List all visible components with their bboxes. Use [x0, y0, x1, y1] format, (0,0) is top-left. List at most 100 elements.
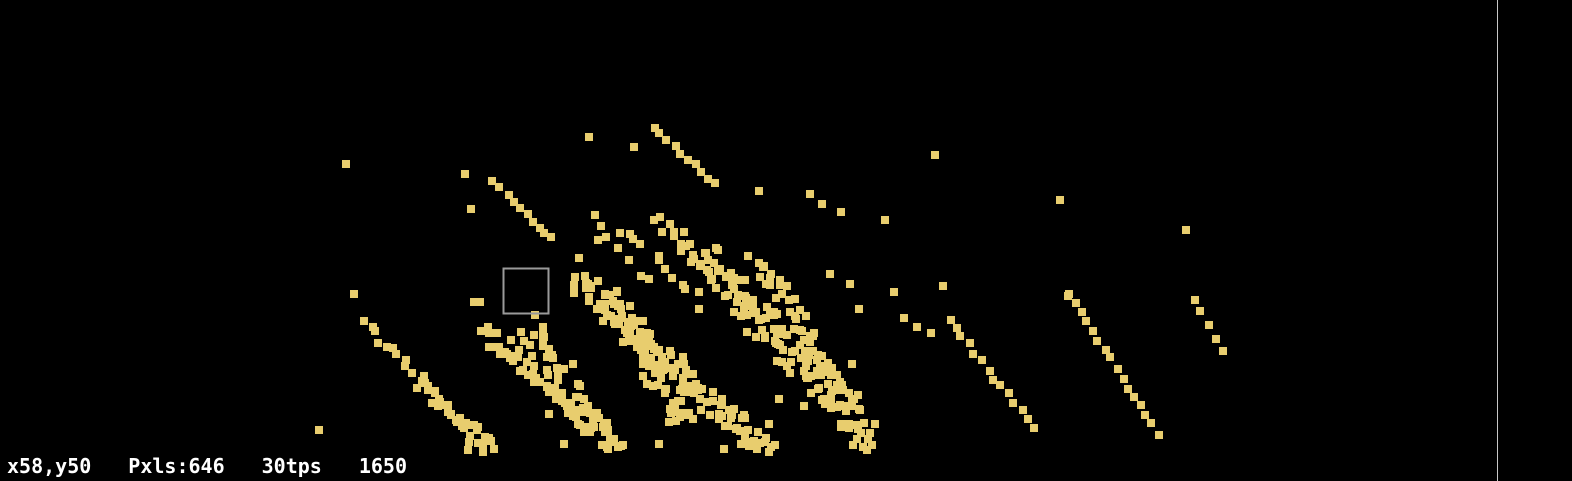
sand-particle	[540, 229, 548, 237]
sand-particle	[603, 443, 611, 451]
sand-particle	[625, 256, 633, 264]
sand-particle	[630, 143, 638, 151]
sand-particle	[744, 426, 752, 434]
sand-particle	[570, 289, 578, 297]
sand-particle	[662, 136, 670, 144]
sand-particle	[727, 414, 735, 422]
sand-particle	[721, 422, 729, 430]
sand-particle	[619, 338, 627, 346]
sand-particle	[603, 311, 611, 319]
sand-particle	[645, 335, 653, 343]
sand-canvas[interactable]	[0, 0, 1497, 457]
sand-particle	[485, 343, 493, 351]
sand-particle	[574, 393, 582, 401]
sand-particle	[629, 235, 637, 243]
sand-particle	[477, 327, 485, 335]
sand-particle	[516, 204, 524, 212]
sand-particle	[654, 381, 662, 389]
sand-particle	[773, 310, 781, 318]
sand-particle	[570, 281, 578, 289]
sand-particle	[1147, 419, 1155, 427]
sand-particle	[1141, 411, 1149, 419]
sand-particle	[428, 399, 436, 407]
sand-particle	[639, 372, 647, 380]
sand-particle	[539, 323, 547, 331]
sand-particle	[695, 305, 703, 313]
sand-particle	[846, 280, 854, 288]
sand-particle	[969, 350, 977, 358]
sand-particle	[818, 200, 826, 208]
sand-particle	[1082, 317, 1090, 325]
sand-particle	[523, 358, 531, 366]
sand-particle	[744, 252, 752, 260]
sand-particle	[682, 370, 690, 378]
sand-particle	[610, 435, 618, 443]
sand-particle	[791, 347, 799, 355]
sand-particle	[696, 395, 704, 403]
sand-particle	[1219, 347, 1227, 355]
sand-particle	[776, 281, 784, 289]
sand-particle	[996, 381, 1004, 389]
sand-particle	[762, 280, 770, 288]
sand-particle	[1093, 337, 1101, 345]
sand-particle	[818, 352, 826, 360]
sand-particle	[824, 380, 832, 388]
sand-particle	[679, 380, 687, 388]
sand-particle	[802, 362, 810, 370]
sand-particle	[666, 220, 674, 228]
sand-particle	[493, 329, 501, 337]
sand-particle	[547, 233, 555, 241]
sand-particle	[772, 294, 780, 302]
sand-particle	[667, 409, 675, 417]
sand-particle	[529, 218, 537, 226]
sand-particle	[531, 311, 539, 319]
sand-particle	[680, 228, 688, 236]
sand-particle	[871, 420, 879, 428]
sand-particle	[692, 160, 700, 168]
sand-particle	[636, 240, 644, 248]
sand-particle	[715, 410, 723, 418]
sand-particle	[669, 372, 677, 380]
sand-particle	[755, 316, 763, 324]
sand-particle	[771, 441, 779, 449]
sand-particle	[927, 329, 935, 337]
sand-particle	[848, 397, 856, 405]
sand-particle	[686, 240, 694, 248]
pixel-count: Pxls:646	[128, 454, 225, 478]
sand-particle	[1072, 299, 1080, 307]
sand-particle	[721, 292, 729, 300]
sand-particle	[787, 358, 795, 366]
sand-particle	[672, 142, 680, 150]
sand-particle	[579, 404, 587, 412]
sand-particle	[986, 367, 994, 375]
sand-particle	[655, 256, 663, 264]
sand-particle	[1030, 424, 1038, 432]
sand-particle	[900, 314, 908, 322]
sand-particle	[495, 183, 503, 191]
sand-particle	[931, 151, 939, 159]
sand-particle	[540, 333, 548, 341]
game-canvas-area[interactable]: x58,y50 Pxls:646 30tps 1650	[0, 0, 1497, 481]
sand-particle	[809, 332, 817, 340]
sand-particle	[720, 445, 728, 453]
sand-particle	[1212, 335, 1220, 343]
sand-particle	[677, 397, 685, 405]
sand-particle	[1102, 346, 1110, 354]
sand-particle	[837, 423, 845, 431]
sand-particle	[680, 360, 688, 368]
sand-particle	[741, 414, 749, 422]
sand-particle	[723, 272, 731, 280]
sand-particle	[849, 441, 857, 449]
sand-particle	[1182, 226, 1190, 234]
sand-particle	[655, 346, 663, 354]
sand-particle	[702, 249, 710, 257]
sand-particle	[636, 317, 644, 325]
sand-particle	[1137, 401, 1145, 409]
sand-particle	[401, 362, 409, 370]
sand-particle	[672, 417, 680, 425]
sand-particle	[837, 208, 845, 216]
sand-particle	[505, 191, 513, 199]
sand-particle	[743, 311, 751, 319]
sand-particle	[682, 388, 690, 396]
sand-particle	[730, 405, 738, 413]
